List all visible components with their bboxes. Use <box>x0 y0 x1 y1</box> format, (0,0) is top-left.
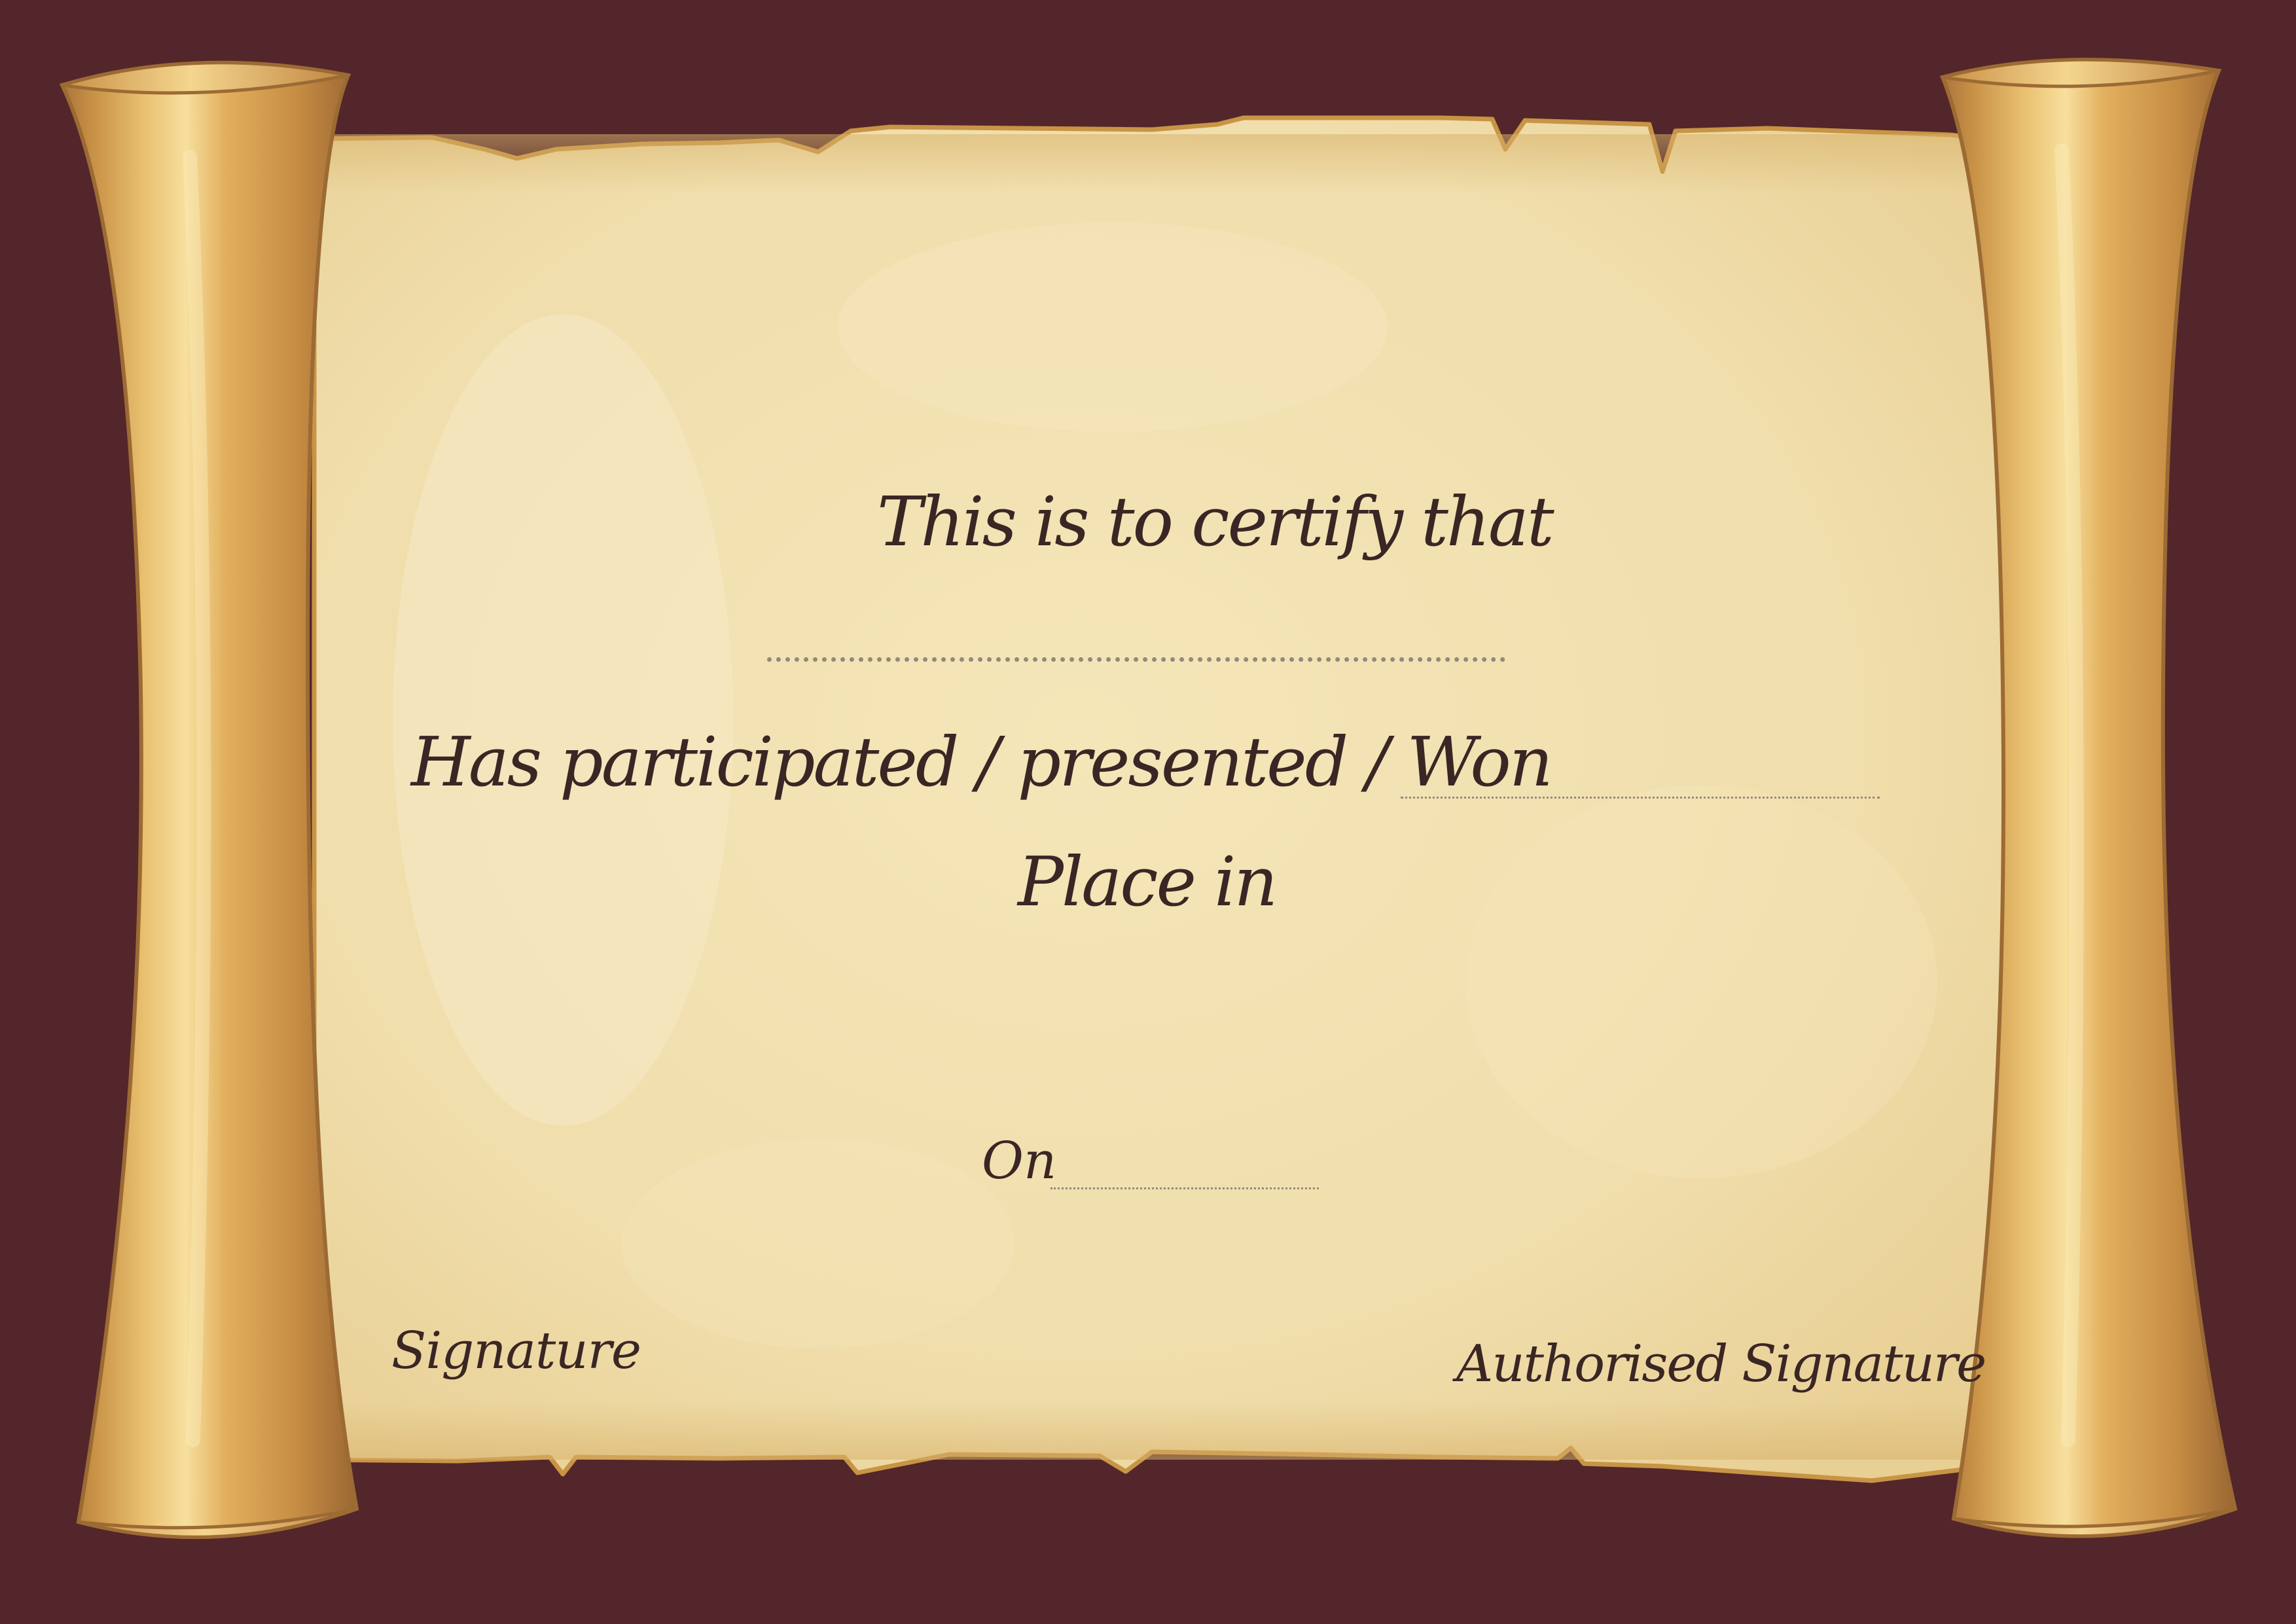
participation-text: Has participated / presented / Won <box>411 722 1553 802</box>
event-dotted-line <box>1401 797 1880 799</box>
place-text: Place in <box>1018 842 1278 922</box>
signature-label: Signature <box>391 1322 641 1380</box>
certify-heading: This is to certify that <box>877 482 1554 562</box>
name-dotted-line <box>767 657 1505 662</box>
authorised-signature-label: Authorised Signature <box>1456 1335 1986 1394</box>
date-label: On <box>982 1132 1057 1191</box>
date-dotted-line <box>1050 1187 1319 1189</box>
